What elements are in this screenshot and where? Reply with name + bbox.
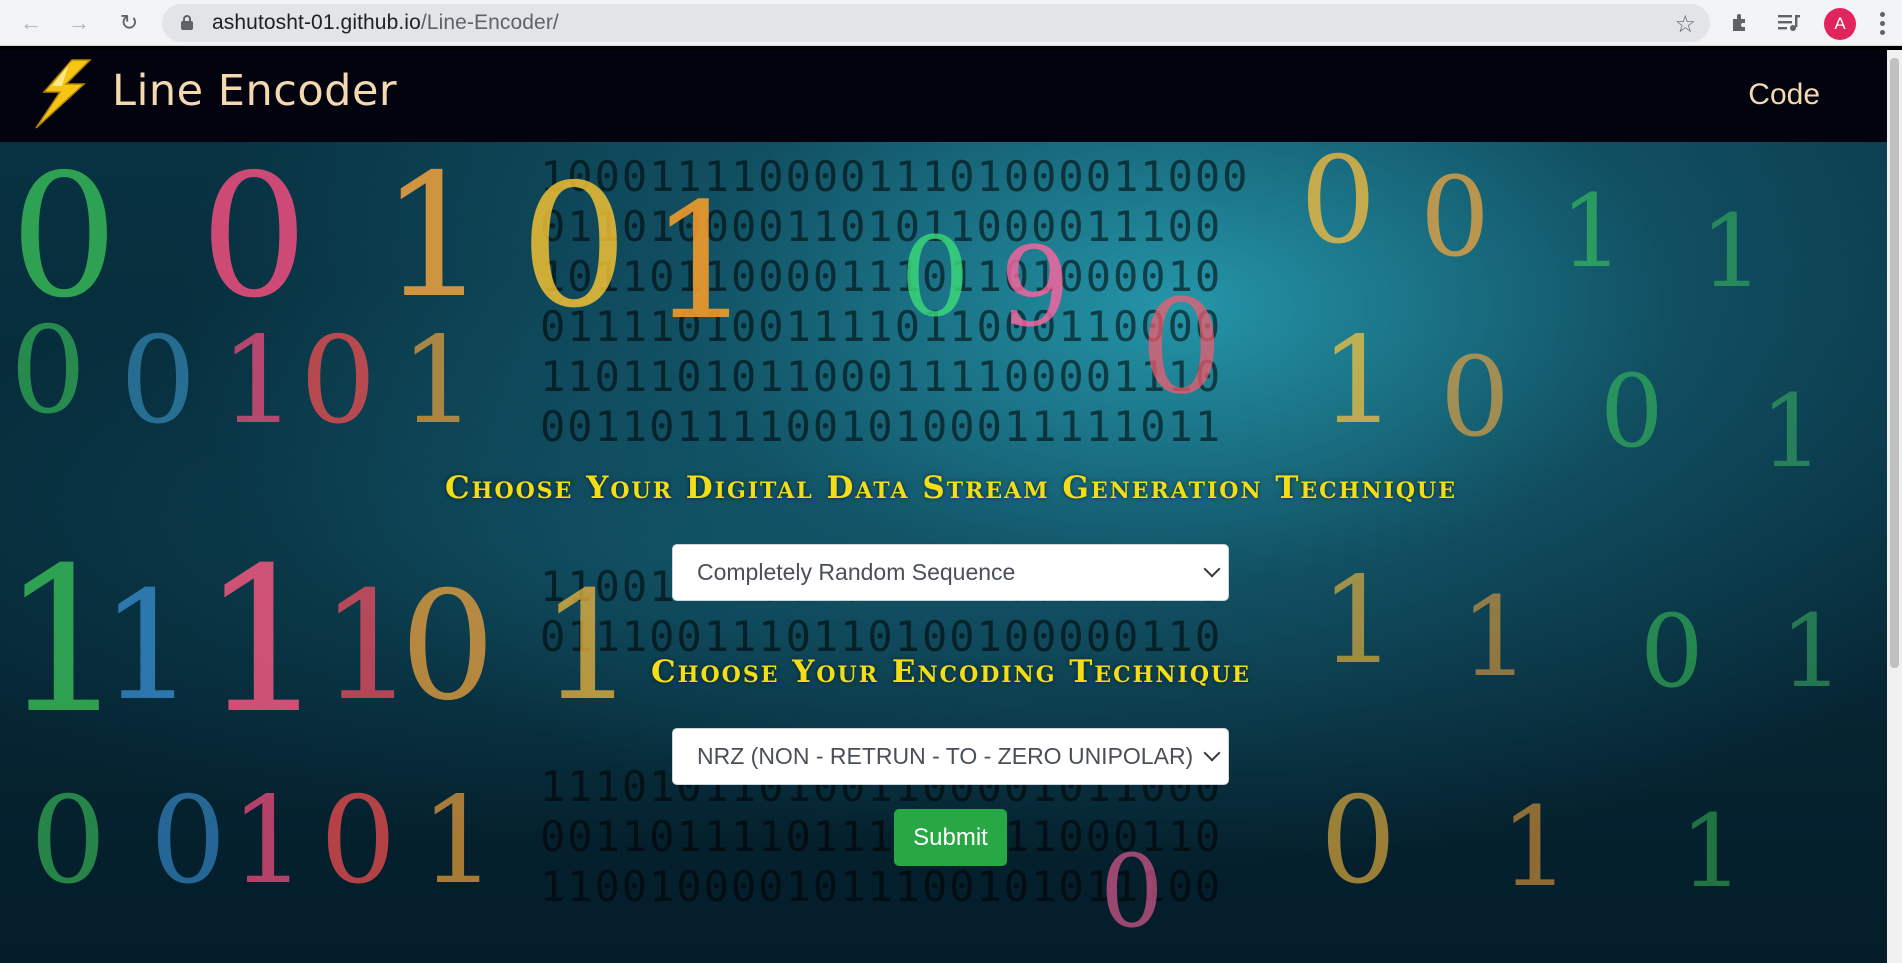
scrollbar-thumb[interactable] [1890, 58, 1899, 668]
site-navbar: Line Encoder Code [0, 50, 1902, 142]
page-scrollbar[interactable] [1887, 50, 1902, 963]
lock-icon[interactable] [180, 15, 194, 31]
address-bar[interactable]: ashutosht-01.github.io/Line-Encoder/ ☆ [162, 4, 1710, 42]
chevron-down-icon [1203, 560, 1221, 578]
encoding-select[interactable]: NRZ (NON - RETRUN - TO - ZERO UNIPOLAR) [672, 728, 1229, 785]
reload-icon[interactable]: ↻ [112, 6, 146, 40]
data-stream-select-value: Completely Random Sequence [697, 559, 1016, 585]
submit-button[interactable]: Submit [894, 809, 1007, 866]
profile-avatar[interactable]: A [1824, 8, 1856, 40]
lightning-bolt-icon [35, 59, 92, 129]
encoding-heading: Choose Your Encoding Technique [651, 654, 1251, 690]
puzzle-icon[interactable] [1726, 8, 1756, 38]
chevron-down-icon [1203, 744, 1221, 762]
binary-background: 10001111000011101000011000 0110100001101… [0, 142, 1902, 963]
encoding-select-value: NRZ (NON - RETRUN - TO - ZERO UNIPOLAR) [697, 743, 1194, 769]
browser-toolbar: ← → ↻ ashutosht-01.github.io/Line-Encode… [0, 0, 1902, 46]
kebab-menu-icon[interactable] [1872, 8, 1892, 38]
forward-arrow-icon[interactable]: → [62, 6, 96, 40]
data-stream-select[interactable]: Completely Random Sequence [672, 544, 1229, 601]
code-link[interactable]: Code [1748, 78, 1820, 112]
url-path: /Line-Encoder/ [420, 11, 559, 34]
data-stream-heading: Choose Your Digital Data Stream Generati… [445, 470, 1457, 506]
web-page: Line Encoder Code 1000111100001110100001… [0, 50, 1902, 963]
media-control-icon[interactable] [1774, 8, 1804, 38]
site-brand[interactable]: Line Encoder [112, 66, 397, 116]
url-domain: ashutosht-01.github.io [212, 11, 421, 34]
encoder-form: Choose Your Digital Data Stream Generati… [0, 142, 1902, 963]
url-text[interactable]: ashutosht-01.github.io/Line-Encoder/ [212, 11, 559, 35]
back-arrow-icon[interactable]: ← [14, 6, 48, 40]
star-icon[interactable]: ☆ [1674, 10, 1696, 39]
